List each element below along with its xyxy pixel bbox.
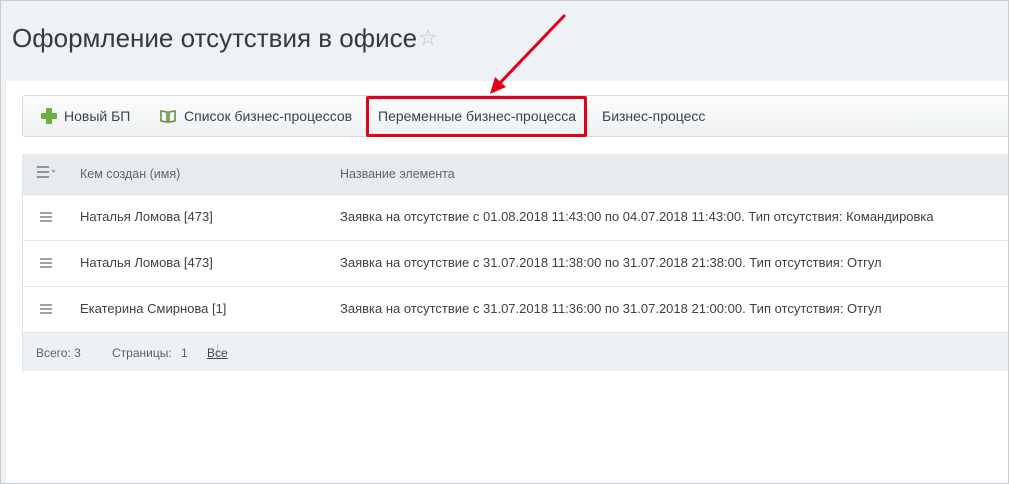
page-header: Оформление отсутствия в офисе ☆ <box>1 1 1008 81</box>
column-header-author[interactable]: Кем создан (имя) <box>80 167 180 181</box>
new-bp-label: Новый БП <box>64 108 131 124</box>
cell-author: Наталья Ломова [473] <box>80 255 213 270</box>
show-all-link[interactable]: Все <box>207 346 228 360</box>
table-row[interactable]: Екатерина Смирнова [1] Заявка на отсутст… <box>23 287 1008 333</box>
cell-author: Екатерина Смирнова [1] <box>80 301 227 316</box>
cell-author: Наталья Ломова [473] <box>80 209 213 224</box>
star-outline-icon[interactable]: ☆ <box>418 28 438 50</box>
grid-header: Кем создан (имя) Название элемента <box>23 154 1008 195</box>
row-menu-icon[interactable] <box>40 304 52 314</box>
toolbar: Новый БП Список бизнес-процессов Перемен… <box>22 95 1008 137</box>
page-number[interactable]: 1 <box>181 346 188 360</box>
window-frame: Оформление отсутствия в офисе ☆ Новый БП… <box>0 0 1009 484</box>
cell-name[interactable]: Заявка на отсутствие с 01.08.2018 11:43:… <box>340 209 934 224</box>
bp-variables-label: Переменные бизнес-процесса <box>378 108 577 124</box>
row-menu-icon[interactable] <box>40 258 52 268</box>
table-row[interactable]: Наталья Ломова [473] Заявка на отсутстви… <box>23 241 1008 287</box>
row-menu-icon[interactable] <box>40 212 52 222</box>
new-bp-button[interactable]: Новый БП <box>41 96 130 136</box>
grid-footer: Всего: 3 Страницы: 1 Все <box>23 332 1008 371</box>
left-edge-strip <box>1 81 6 483</box>
cell-name[interactable]: Заявка на отсутствие с 31.07.2018 11:36:… <box>340 301 882 316</box>
cell-name[interactable]: Заявка на отсутствие с 31.07.2018 11:38:… <box>340 255 882 270</box>
page-title: Оформление отсутствия в офисе <box>12 23 418 53</box>
business-process-button[interactable]: Бизнес-процесс <box>602 96 705 136</box>
table-row[interactable]: Наталья Ломова [473] Заявка на отсутстви… <box>23 195 1008 241</box>
data-grid: Кем создан (имя) Название элемента Натал… <box>22 154 1008 372</box>
business-process-label: Бизнес-процесс <box>602 108 706 124</box>
pages-label: Страницы: <box>112 346 172 360</box>
bp-list-button[interactable]: Список бизнес-процессов <box>160 96 352 136</box>
total-count: Всего: 3 <box>36 346 81 360</box>
column-header-name[interactable]: Название элемента <box>340 167 455 181</box>
plus-icon <box>41 108 57 125</box>
list-settings-icon[interactable] <box>37 165 57 179</box>
book-icon <box>160 110 176 124</box>
bp-list-label: Список бизнес-процессов <box>184 108 353 124</box>
bp-variables-button[interactable]: Переменные бизнес-процесса <box>378 96 576 136</box>
